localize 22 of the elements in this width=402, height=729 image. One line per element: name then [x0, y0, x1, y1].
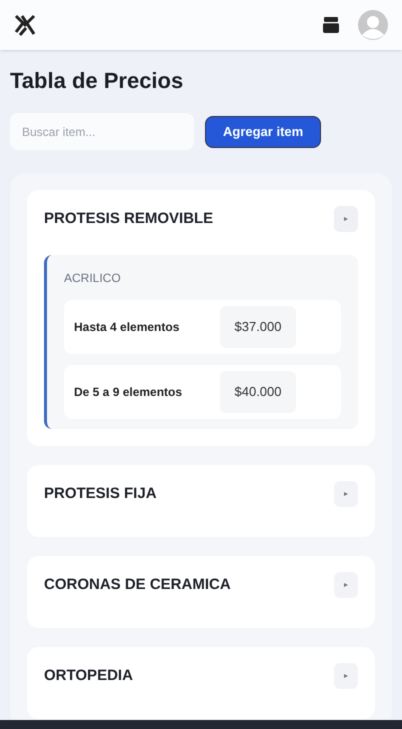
- category-title: ORTOPEDIA: [44, 666, 133, 686]
- price-value: $40.000: [220, 371, 296, 413]
- group-title: ACRILICO: [64, 270, 122, 287]
- expand-toggle[interactable]: [334, 206, 358, 232]
- expand-toggle[interactable]: [334, 572, 358, 598]
- caret-icon: [344, 674, 348, 678]
- add-item-button[interactable]: Agregar item: [205, 116, 322, 148]
- expand-toggle[interactable]: [334, 663, 358, 689]
- category-title: PROTESIS REMOVIBLE: [44, 208, 214, 229]
- item-label: De 5 a 9 elementos: [74, 384, 184, 401]
- caret-icon: [344, 492, 348, 496]
- category-title: CORONAS DE CERAMICA: [44, 574, 231, 595]
- page-title: Tabla de Precios: [10, 67, 184, 95]
- item-label: Hasta 4 elementos: [74, 319, 180, 336]
- price-value: $37.000: [220, 306, 296, 348]
- caret-icon: [344, 217, 348, 221]
- expand-toggle[interactable]: [334, 481, 358, 507]
- caret-icon: [344, 583, 348, 587]
- search-field[interactable]: Buscar item...: [10, 113, 194, 150]
- category-title: PROTESIS FIJA: [44, 484, 157, 504]
- logo-icon[interactable]: [14, 14, 36, 36]
- avatar-icon[interactable]: [358, 10, 388, 40]
